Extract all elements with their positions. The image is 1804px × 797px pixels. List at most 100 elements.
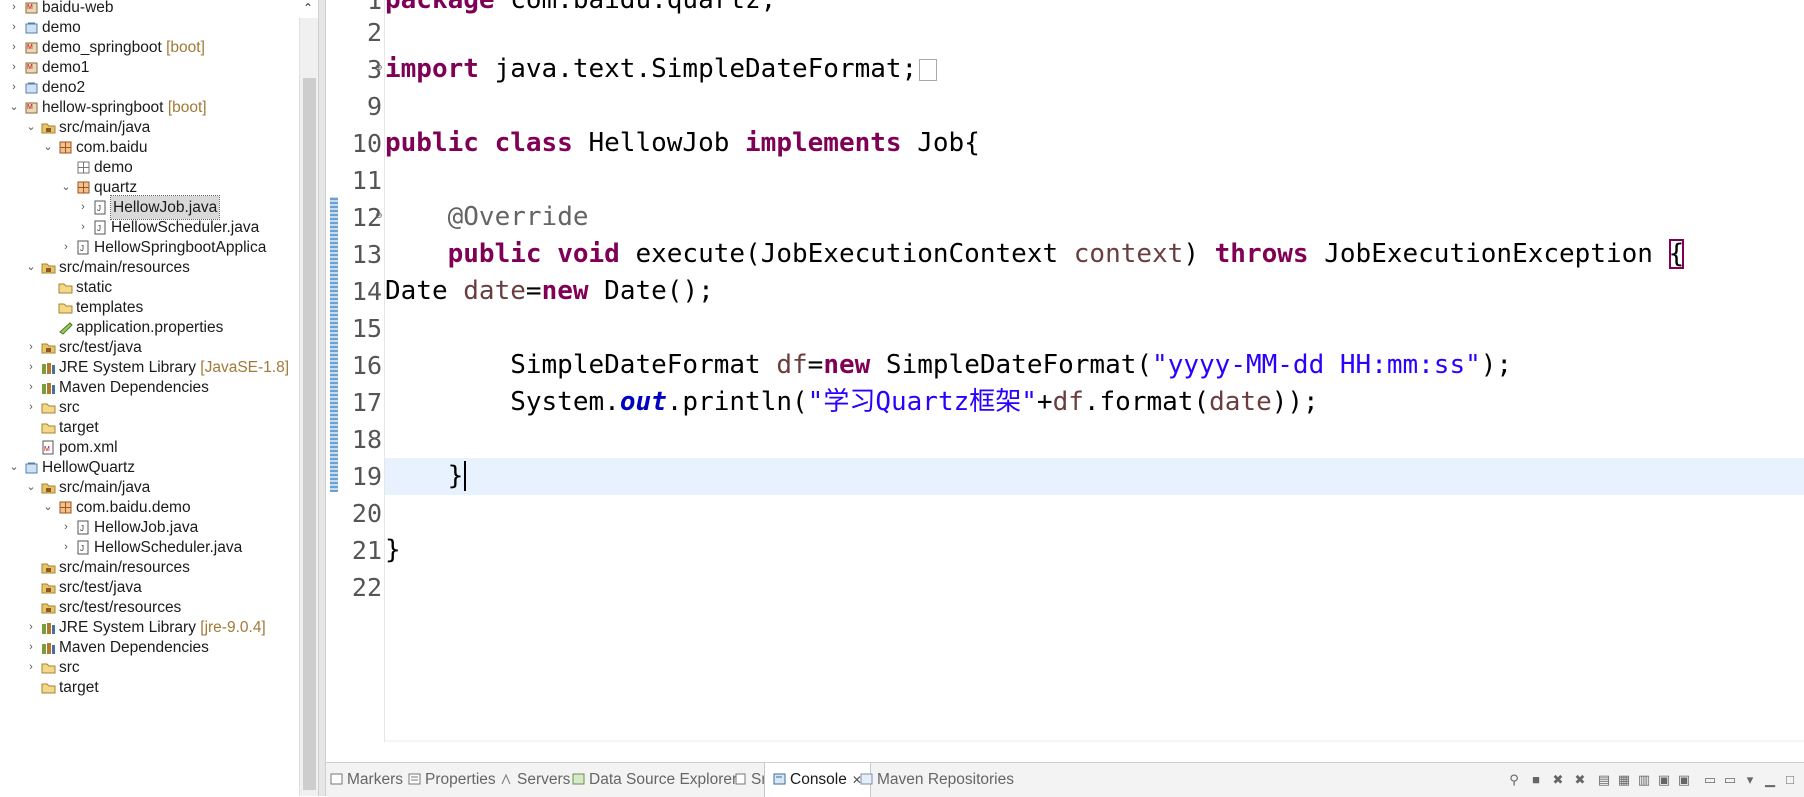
code-line[interactable]: public class HellowJob implements Job{ <box>385 125 1804 162</box>
tab-data-source-explorer[interactable]: Data Source Explorer <box>572 763 737 797</box>
chevron-down-icon[interactable]: ⌄ <box>8 456 20 479</box>
chevron-right-icon[interactable]: › <box>77 216 89 239</box>
explorer-scroll-thumb[interactable] <box>303 78 316 790</box>
code-line[interactable]: Date date=new Date(); <box>385 273 1804 310</box>
folder-icon <box>58 303 73 314</box>
tab-console[interactable]: Console ✕ <box>764 763 871 797</box>
folder-icon <box>58 283 73 294</box>
source-folder-icon <box>41 563 56 574</box>
tree-item-label: target <box>59 679 99 696</box>
fold-expand-icon[interactable]: ⊕ <box>375 62 383 73</box>
code-line[interactable]: SimpleDateFormat df=new SimpleDateFormat… <box>385 347 1804 384</box>
tree-item-label: JRE System Library <box>59 619 196 636</box>
library-icon <box>42 383 55 394</box>
snippets-icon <box>735 773 746 785</box>
library-icon <box>42 363 55 374</box>
tree-item-label: hellow-springboot <box>42 99 164 116</box>
chevron-down-icon[interactable]: ⌄ <box>25 256 37 279</box>
java-project-icon <box>25 82 38 94</box>
text-caret <box>464 461 467 491</box>
tab-properties[interactable]: Properties <box>408 763 496 797</box>
java-file-icon: J <box>94 200 106 215</box>
line-number: 11 <box>351 166 382 195</box>
svg-text:M: M <box>44 446 50 453</box>
quick-diff-change-bar <box>330 197 338 492</box>
remove-launch-icon[interactable]: ✖ <box>1550 772 1566 788</box>
line-number: 18 <box>351 425 382 454</box>
servers-icon <box>501 773 511 785</box>
code-line-current[interactable]: } <box>385 458 1804 495</box>
tab-servers[interactable]: Servers <box>500 763 570 797</box>
source-folder-icon <box>41 123 56 134</box>
tab-maven-repositories[interactable]: Maven Repositories <box>860 763 1014 797</box>
xml-file-icon: M <box>42 440 54 455</box>
svg-text:J: J <box>80 244 84 253</box>
display-console-icon[interactable]: ▭ <box>1722 772 1738 788</box>
line-number: 10 <box>351 129 382 158</box>
chevron-down-icon[interactable]: ⌄ <box>42 136 54 159</box>
chevron-right-icon[interactable]: › <box>25 656 37 679</box>
bottom-panel-tabbar: Markers Properties Servers Data Source E… <box>326 762 1804 797</box>
editor-horizontal-scrollbar[interactable]: ‹ <box>385 740 1804 742</box>
maven-project-icon: M <box>25 102 38 114</box>
tab-markers[interactable]: Markers <box>330 763 403 797</box>
scroll-lock-icon[interactable]: ▦ <box>1616 772 1632 788</box>
maximize-icon[interactable]: □ <box>1782 772 1798 788</box>
library-icon <box>42 643 55 654</box>
line-number: 9 <box>366 92 382 121</box>
chevron-down-icon[interactable]: ⌄ <box>42 496 54 519</box>
line-number: 17 <box>351 388 382 417</box>
code-line[interactable]: import java.text.SimpleDateFormat; <box>385 51 1804 88</box>
chevron-right-icon[interactable]: › <box>25 396 37 419</box>
chevron-down-icon[interactable]: ⌄ <box>60 176 72 199</box>
tree-item-decoration: [jre-9.0.4] <box>200 619 266 636</box>
line-number: 2 <box>366 18 382 47</box>
line-number-ruler: 1 2 3 ⊕ 9 10 11 12 ⊖ 13 14 15 16 17 18 1… <box>326 0 385 742</box>
open-console-icon[interactable]: ▭ <box>1702 772 1718 788</box>
pane-divider[interactable] <box>318 0 326 796</box>
code-area[interactable]: package com.baidu.quartz; import java.te… <box>385 0 1804 742</box>
show-on-error-icon[interactable]: ▣ <box>1676 772 1692 788</box>
tree-item-decoration: [boot] <box>167 99 207 116</box>
code-line[interactable]: } <box>385 532 1804 569</box>
package-icon <box>59 141 72 154</box>
java-file-icon: J <box>94 220 106 235</box>
folded-imports-box[interactable] <box>919 58 938 81</box>
code-line[interactable]: public void execute(JobExecutionContext … <box>385 236 1804 273</box>
explorer-scrollbar[interactable] <box>299 18 318 796</box>
code-editor[interactable]: 1 2 3 ⊕ 9 10 11 12 ⊖ 13 14 15 16 17 18 1… <box>326 0 1804 742</box>
word-wrap-icon[interactable]: ▥ <box>1636 772 1652 788</box>
java-project-icon <box>25 22 38 34</box>
java-file-icon: J <box>77 240 89 255</box>
maven-project-icon: M <box>25 42 38 54</box>
show-on-output-icon[interactable]: ▣ <box>1656 772 1672 788</box>
line-number: 15 <box>351 314 382 343</box>
chevron-down-icon[interactable]: ⌄ <box>25 476 37 499</box>
minimize-icon[interactable]: ▁ <box>1762 772 1778 788</box>
code-line[interactable]: package com.baidu.quartz; <box>385 0 1804 19</box>
chevron-down-icon[interactable]: ⌄ <box>25 116 37 139</box>
folder-icon <box>41 663 56 674</box>
terminate-icon[interactable]: ■ <box>1528 772 1544 788</box>
svg-text:M: M <box>27 64 33 71</box>
library-icon <box>42 623 55 634</box>
folder-icon <box>41 423 56 434</box>
line-number: 13 <box>351 240 382 269</box>
line-number: 20 <box>351 499 382 528</box>
scroll-up-icon[interactable]: ⌃ <box>300 0 316 18</box>
chevron-down-icon[interactable]: ⌄ <box>8 96 20 119</box>
tree-item-label: JRE System Library <box>59 359 196 376</box>
maven-repo-icon <box>860 773 873 785</box>
pin-icon[interactable]: ⚲ <box>1506 772 1522 788</box>
code-line[interactable]: System.out.println("学习Quartz框架"+df.forma… <box>385 384 1804 421</box>
tree-item-decoration: [JavaSE-1.8] <box>200 359 290 376</box>
clear-console-icon[interactable]: ▤ <box>1596 772 1612 788</box>
source-folder-icon <box>41 263 56 274</box>
properties-file-icon <box>59 322 73 335</box>
view-menu-icon[interactable]: ▾ <box>1742 772 1758 788</box>
fold-collapse-icon[interactable]: ⊖ <box>375 210 383 221</box>
code-line[interactable]: @Override <box>385 199 1804 236</box>
java-file-icon: J <box>77 540 89 555</box>
remove-all-icon[interactable]: ✖ <box>1572 772 1588 788</box>
line-number: 22 <box>351 573 382 602</box>
